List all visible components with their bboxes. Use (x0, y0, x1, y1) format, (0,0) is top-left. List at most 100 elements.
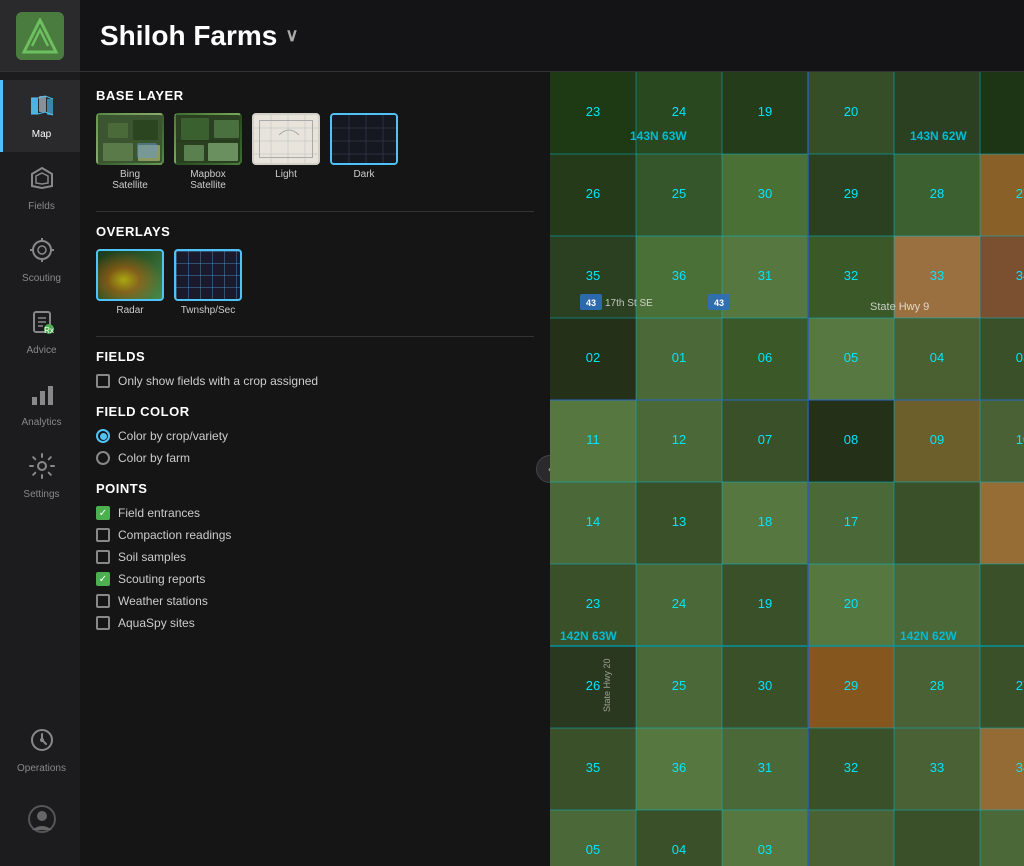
svg-text:20: 20 (844, 596, 858, 611)
svg-text:29: 29 (844, 678, 858, 693)
svg-text:29: 29 (844, 186, 858, 201)
weather-checkbox[interactable] (96, 594, 110, 608)
svg-text:05: 05 (586, 842, 600, 857)
svg-text:36: 36 (672, 760, 686, 775)
sidebar-item-label-operations: Operations (17, 763, 66, 774)
svg-text:07: 07 (758, 432, 772, 447)
crop-assigned-checkbox[interactable] (96, 374, 110, 388)
svg-text:09: 09 (930, 432, 944, 447)
fields-title: FIELDS (96, 349, 534, 364)
svg-text:23: 23 (586, 104, 600, 119)
analytics-icon (29, 381, 55, 413)
radar-thumb (96, 249, 164, 301)
field-entrances-label: Field entrances (118, 506, 200, 520)
overlays-grid: Radar Twnshp/Sec (96, 249, 534, 316)
sidebar-item-operations[interactable]: Operations (0, 714, 80, 786)
base-layer-mapbox[interactable]: MapboxSatellite (174, 113, 242, 191)
content-area: BASE LAYER BingSatellite (80, 72, 1024, 866)
compaction-checkbox[interactable] (96, 528, 110, 542)
point-aquaspy[interactable]: AquaSpy sites (96, 616, 534, 630)
base-layer-grid: BingSatellite MapboxSatellite (96, 113, 534, 191)
color-crop-row[interactable]: Color by crop/variety (96, 429, 534, 443)
sidebar-item-label-scouting: Scouting (22, 273, 61, 284)
overlay-radar[interactable]: Radar (96, 249, 164, 316)
point-field-entrances[interactable]: ✓ Field entrances (96, 506, 534, 520)
svg-text:34: 34 (1016, 760, 1024, 775)
svg-text:12: 12 (672, 432, 686, 447)
field-entrances-checkbox[interactable]: ✓ (96, 506, 110, 520)
color-farm-radio[interactable] (96, 451, 110, 465)
svg-text:25: 25 (672, 678, 686, 693)
svg-text:43: 43 (714, 298, 724, 308)
fields-icon (29, 165, 55, 197)
overlay-twnshp[interactable]: Twnshp/Sec (174, 249, 242, 316)
sidebar-item-label-map: Map (32, 129, 51, 140)
crop-assigned-row[interactable]: Only show fields with a crop assigned (96, 374, 534, 388)
twnshp-thumb (174, 249, 242, 301)
scouting-icon (29, 237, 55, 269)
header: Shiloh Farms ∨ (80, 0, 1024, 72)
base-layer-light[interactable]: Light (252, 113, 320, 191)
svg-text:19: 19 (758, 104, 772, 119)
svg-text:01: 01 (672, 350, 686, 365)
mapbox-thumb (174, 113, 242, 165)
svg-text:13: 13 (672, 514, 686, 529)
svg-text:03: 03 (758, 842, 772, 857)
dark-label: Dark (353, 169, 374, 180)
point-soil[interactable]: Soil samples (96, 550, 534, 564)
svg-text:23: 23 (586, 596, 600, 611)
sidebar-item-map[interactable]: Map (0, 80, 80, 152)
base-layer-dark[interactable]: Dark (330, 113, 398, 191)
svg-text:19: 19 (758, 596, 772, 611)
scouting-checkbox[interactable]: ✓ (96, 572, 110, 586)
svg-text:State Hwy 9: State Hwy 9 (870, 301, 929, 313)
svg-text:14: 14 (586, 514, 600, 529)
map-view[interactable]: 23 24 19 20 26 25 30 29 28 27 35 36 31 3… (550, 72, 1024, 866)
svg-text:142N 63W: 142N 63W (560, 629, 617, 643)
svg-text:State Hwy 20: State Hwy 20 (602, 658, 612, 712)
mapbox-label: MapboxSatellite (190, 169, 226, 191)
sidebar-item-profile[interactable] (0, 786, 80, 858)
collapse-panel-button[interactable]: ‹ (536, 455, 550, 483)
point-weather[interactable]: Weather stations (96, 594, 534, 608)
svg-text:05: 05 (844, 350, 858, 365)
field-color-section: FIELD COLOR Color by crop/variety Color … (96, 404, 534, 465)
sidebar-item-settings[interactable]: Settings (0, 440, 80, 512)
farm-name[interactable]: Shiloh Farms (100, 20, 277, 52)
light-label: Light (275, 169, 297, 180)
sidebar-item-scouting[interactable]: Scouting (0, 224, 80, 296)
svg-text:30: 30 (758, 186, 772, 201)
logo-icon (16, 12, 64, 60)
svg-text:11: 11 (586, 432, 600, 447)
sidebar-item-analytics[interactable]: Analytics (0, 368, 80, 440)
farm-chevron-icon[interactable]: ∨ (285, 25, 298, 46)
svg-text:26: 26 (586, 186, 600, 201)
aquaspy-checkbox[interactable] (96, 616, 110, 630)
svg-text:08: 08 (844, 432, 858, 447)
points-title: POINTS (96, 481, 534, 496)
point-compaction[interactable]: Compaction readings (96, 528, 534, 542)
twnshp-label: Twnshp/Sec (181, 305, 235, 316)
color-farm-row[interactable]: Color by farm (96, 451, 534, 465)
svg-text:27: 27 (1016, 678, 1024, 693)
sidebar-item-advice[interactable]: Rx Advice (0, 296, 80, 368)
svg-text:31: 31 (758, 760, 772, 775)
color-crop-radio[interactable] (96, 429, 110, 443)
bing-label: BingSatellite (112, 169, 148, 191)
sidebar-item-label-fields: Fields (28, 201, 55, 212)
svg-text:33: 33 (930, 760, 944, 775)
sidebar: Map Fields Scout (0, 0, 80, 866)
svg-text:03: 03 (1016, 350, 1024, 365)
settings-icon (29, 453, 55, 485)
sidebar-item-fields[interactable]: Fields (0, 152, 80, 224)
profile-icon (27, 804, 57, 840)
svg-text:32: 32 (844, 268, 858, 283)
svg-text:142N 62W: 142N 62W (900, 629, 957, 643)
svg-text:43: 43 (586, 298, 596, 308)
main-content: Shiloh Farms ∨ BASE LAYER (80, 0, 1024, 866)
point-scouting[interactable]: ✓ Scouting reports (96, 572, 534, 586)
radar-label: Radar (116, 305, 143, 316)
base-layer-bing[interactable]: BingSatellite (96, 113, 164, 191)
soil-checkbox[interactable] (96, 550, 110, 564)
app-logo[interactable] (0, 0, 80, 72)
